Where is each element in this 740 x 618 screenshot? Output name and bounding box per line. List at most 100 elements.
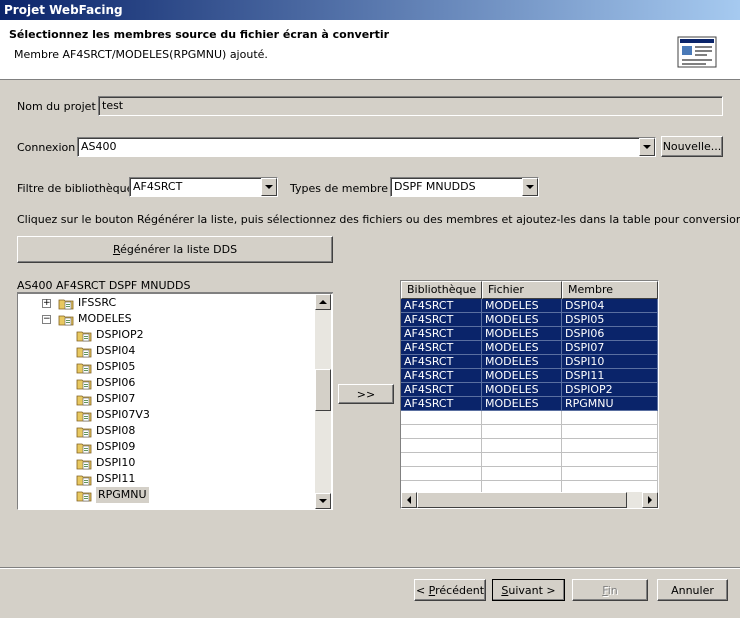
next-button[interactable]: Suivant > (492, 579, 565, 601)
cancel-label: Annuler (671, 583, 714, 597)
table-row[interactable]: AF4SRCT MODELES DSPI05 (401, 313, 658, 327)
table-row[interactable]: AF4SRCT MODELES DSPI10 (401, 355, 658, 369)
column-header[interactable]: Fichier (482, 281, 562, 299)
back-label: < Précédent (415, 583, 485, 597)
connection-dropdown-button[interactable] (639, 138, 655, 156)
cancel-button[interactable]: Annuler (657, 579, 728, 601)
scrollbar-thumb[interactable] (417, 492, 627, 508)
chevron-down-icon (319, 499, 327, 503)
tree-item[interactable]: DSPIOP2 (18, 327, 314, 343)
member-types-combo[interactable]: DSPF MNUDDS (390, 177, 539, 197)
add-to-table-label: >> (356, 387, 376, 401)
source-tree[interactable]: + IFSSRC − MODELES DSPIOP2 DSPI04 DSPI05 DSPI06… (17, 293, 333, 510)
instructions-text: Cliquez sur le bouton Régénérer la liste… (17, 213, 740, 226)
table-row[interactable]: AF4SRCT MODELES RPGMNU (401, 397, 658, 411)
collapse-icon[interactable]: − (42, 315, 51, 324)
connection-value: AS400 (81, 140, 117, 153)
project-name-label: Nom du projet : (17, 100, 103, 113)
member-file-icon (76, 427, 92, 438)
table-cell (401, 453, 482, 467)
tree-item-label: MODELES (78, 312, 132, 325)
chevron-left-icon (407, 496, 411, 504)
new-connection-button[interactable]: Nouvelle... (661, 136, 723, 157)
next-label: Suivant > (501, 583, 556, 597)
scroll-right-button[interactable] (642, 492, 658, 508)
tree-item[interactable]: DSPI10 (18, 455, 314, 471)
member-file-icon (76, 363, 92, 374)
tree-item[interactable]: DSPI06 (18, 375, 314, 391)
column-header[interactable]: Membre (562, 281, 658, 299)
new-connection-label: Nouvelle... (662, 140, 722, 153)
source-tree-panel: AS400 AF4SRCT DSPF MNUDDS + IFSSRC − MODELE… (17, 279, 333, 510)
conversion-table[interactable]: Bibliothèque Fichier Membre AF4SRCT MODELES… (400, 280, 659, 509)
tree-item[interactable]: DSPI07V3 (18, 407, 314, 423)
table-row[interactable]: AF4SRCT MODELES DSPIOP2 (401, 383, 658, 397)
table-cell (401, 425, 482, 439)
window-title-bar[interactable]: Projet WebFacing (0, 0, 740, 20)
table-cell: DSPI11 (562, 369, 658, 383)
table-cell: MODELES (482, 299, 562, 313)
library-filter-dropdown-button[interactable] (261, 178, 277, 196)
library-filter-value: AF4SRCT (133, 180, 183, 193)
empty-table-row (401, 411, 658, 425)
tree-item[interactable]: DSPI05 (18, 359, 314, 375)
table-cell (401, 411, 482, 425)
regenerate-list-button[interactable]: Régénérer la liste DDS (17, 236, 333, 263)
table-row[interactable]: AF4SRCT MODELES DSPI04 (401, 299, 658, 313)
table-cell: DSPI07 (562, 341, 658, 355)
status-message: Membre AF4SRCT/MODELES(RPGMNU) ajouté. (14, 48, 268, 61)
empty-table-row (401, 439, 658, 453)
library-filter-label: Filtre de bibliothèque : (17, 182, 141, 195)
tree-item[interactable]: DSPI08 (18, 423, 314, 439)
table-cell (562, 411, 658, 425)
scroll-up-button[interactable] (315, 294, 331, 310)
table-cell (562, 439, 658, 453)
tree-item[interactable]: − MODELES (18, 311, 314, 327)
tree-item-label: DSPI11 (96, 472, 136, 485)
table-cell: MODELES (482, 355, 562, 369)
table-row[interactable]: AF4SRCT MODELES DSPI11 (401, 369, 658, 383)
tree-item[interactable]: DSPI07 (18, 391, 314, 407)
add-to-table-button[interactable]: >> (338, 384, 394, 404)
scrollbar-thumb[interactable] (315, 369, 331, 411)
member-file-icon (76, 395, 92, 406)
tree-vertical-scrollbar[interactable] (315, 294, 331, 509)
regenerate-list-label: Régénérer la liste DDS (112, 243, 238, 256)
scroll-left-button[interactable] (401, 492, 417, 508)
tree-item[interactable]: DSPI09 (18, 439, 314, 455)
tree-item[interactable]: DSPI11 (18, 471, 314, 487)
member-file-icon (76, 491, 92, 502)
finish-button[interactable]: Fin (572, 579, 648, 601)
table-row[interactable]: AF4SRCT MODELES DSPI06 (401, 327, 658, 341)
folder-icon (58, 315, 74, 326)
scroll-down-button[interactable] (315, 493, 331, 509)
chevron-down-icon (265, 185, 273, 189)
member-types-dropdown-button[interactable] (522, 178, 538, 196)
expand-icon[interactable]: + (42, 299, 51, 308)
column-header[interactable]: Bibliothèque (401, 281, 482, 299)
table-cell: DSPI05 (562, 313, 658, 327)
member-file-icon (76, 411, 92, 422)
tree-item[interactable]: DSPI04 (18, 343, 314, 359)
finish-label: Fin (602, 583, 618, 597)
library-filter-combo[interactable]: AF4SRCT (129, 177, 278, 197)
table-cell: DSPI04 (562, 299, 658, 313)
page-title: Sélectionnez les membres source du fichi… (9, 28, 390, 41)
footer-separator (0, 567, 740, 569)
member-file-icon (76, 331, 92, 342)
member-file-icon (76, 443, 92, 454)
table-cell: AF4SRCT (401, 355, 482, 369)
connection-combo[interactable]: AS400 (77, 137, 656, 157)
tree-item[interactable]: + IFSSRC (18, 295, 314, 311)
table-horizontal-scrollbar[interactable] (401, 492, 658, 508)
connection-label: Connexion : (17, 141, 83, 154)
table-cell: AF4SRCT (401, 383, 482, 397)
table-row[interactable]: AF4SRCT MODELES DSPI07 (401, 341, 658, 355)
member-file-icon (76, 475, 92, 486)
chevron-down-icon (526, 185, 534, 189)
back-button[interactable]: < Précédent (414, 579, 486, 601)
table-cell (482, 439, 562, 453)
tree-item[interactable]: RPGMNU (18, 487, 314, 503)
table-cell (482, 453, 562, 467)
table-cell: MODELES (482, 383, 562, 397)
